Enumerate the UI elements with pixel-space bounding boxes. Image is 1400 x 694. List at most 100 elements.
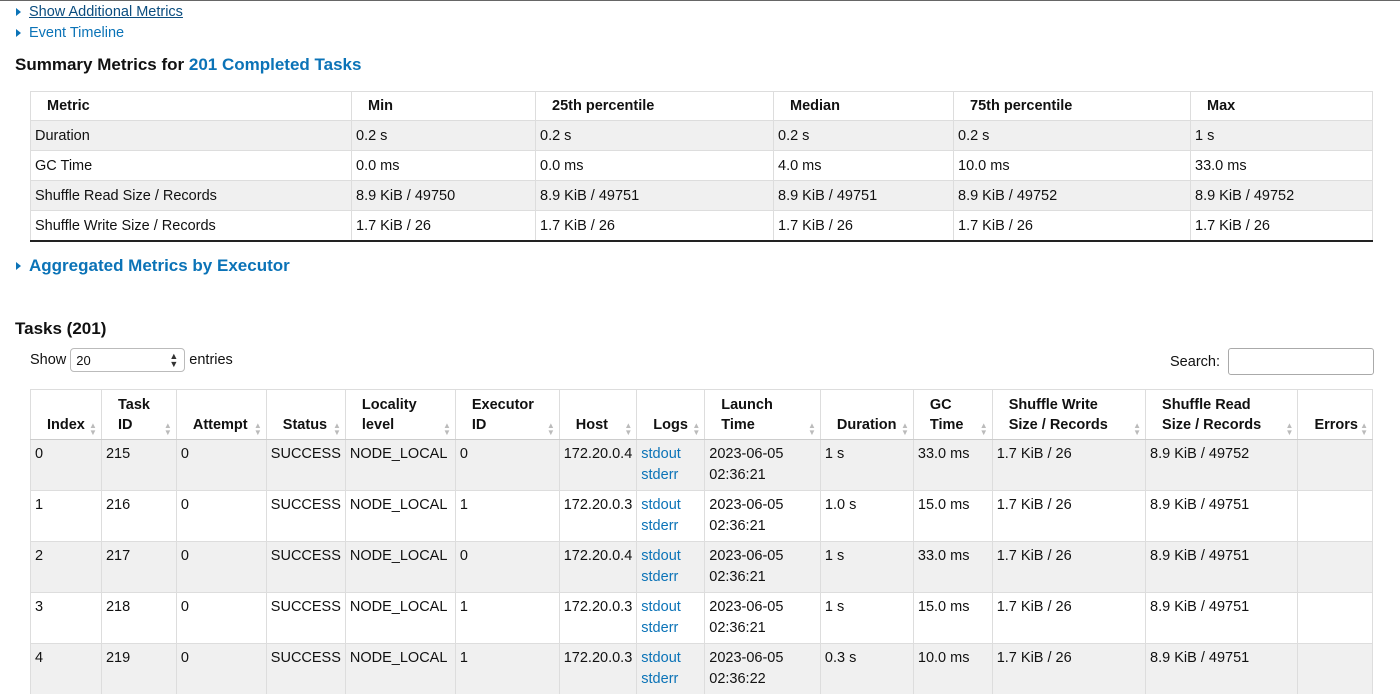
tasks-header-label: Size / Records: [1009, 417, 1108, 433]
summary-row: Duration0.2 s0.2 s0.2 s0.2 s1 s: [31, 121, 1373, 151]
search-control: Search:: [1170, 348, 1374, 375]
errors-cell: [1298, 644, 1373, 694]
tasks-header-label: Shuffle Read: [1162, 397, 1251, 413]
tasks-header-2[interactable]: Attempt▲▼: [176, 390, 266, 440]
tasks-header-1[interactable]: TaskID▲▼: [101, 390, 176, 440]
host-cell: 172.20.0.3: [559, 491, 637, 542]
stderr-link[interactable]: stderr: [641, 620, 678, 636]
summary-cell: 0.2 s: [954, 121, 1191, 151]
status-cell: SUCCESS: [266, 593, 345, 644]
tasks-header-9[interactable]: Duration▲▼: [820, 390, 913, 440]
stdout-link[interactable]: stdout: [641, 650, 681, 666]
tasks-header-8[interactable]: LaunchTime▲▼: [705, 390, 821, 440]
entries-label: entries: [189, 352, 233, 368]
tasks-header-6[interactable]: Host▲▼: [559, 390, 637, 440]
gc-cell: 33.0 ms: [913, 440, 992, 491]
launch-clock: 02:36:22: [709, 671, 765, 687]
launch-clock: 02:36:21: [709, 620, 765, 636]
attempt-cell: 0: [176, 593, 266, 644]
duration-cell: 1 s: [820, 542, 913, 593]
tasks-header-4[interactable]: Localitylevel▲▼: [345, 390, 455, 440]
executor-cell: 1: [455, 491, 559, 542]
executor-cell: 1: [455, 644, 559, 694]
launch-clock: 02:36:21: [709, 569, 765, 585]
duration-cell: 1 s: [820, 593, 913, 644]
summary-header-2: 25th percentile: [536, 92, 774, 121]
gc-cell: 15.0 ms: [913, 491, 992, 542]
sort-arrows-icon: ▲▼: [1133, 422, 1141, 436]
aggregated-metrics-toggle[interactable]: Aggregated Metrics by Executor: [16, 256, 290, 276]
stderr-link[interactable]: stderr: [641, 569, 678, 585]
gc-cell: 15.0 ms: [913, 593, 992, 644]
summary-header-label: Max: [1207, 98, 1235, 114]
table-row: 32180SUCCESSNODE_LOCAL1172.20.0.3stdouts…: [31, 593, 1373, 644]
tasks-header-label: Locality: [362, 397, 417, 413]
stdout-link[interactable]: stdout: [641, 446, 681, 462]
tasks-header-12[interactable]: Shuffle ReadSize / Records▲▼: [1146, 390, 1298, 440]
attempt-cell: 0: [176, 542, 266, 593]
index-cell: 1: [31, 491, 102, 542]
tasks-header-5[interactable]: ExecutorID▲▼: [455, 390, 559, 440]
stdout-link[interactable]: stdout: [641, 548, 681, 564]
logs-cell: stdout stderr: [637, 542, 705, 593]
summary-header-1: Min: [352, 92, 536, 121]
tasks-header-label: Shuffle Write: [1009, 397, 1098, 413]
launch-time-cell: 2023-06-0502:36:21: [705, 593, 821, 644]
read-cell: 8.9 KiB / 49751: [1146, 644, 1298, 694]
sort-arrows-icon: ▲▼: [1360, 422, 1368, 436]
sort-arrows-icon: ▲▼: [808, 422, 816, 436]
summary-row: Shuffle Write Size / Records1.7 KiB / 26…: [31, 211, 1373, 242]
tasks-header-0[interactable]: Index▲▼: [31, 390, 102, 440]
summary-cell: Shuffle Read Size / Records: [31, 181, 352, 211]
task-id-cell: 218: [101, 593, 176, 644]
completed-tasks-link[interactable]: 201 Completed Tasks: [189, 55, 362, 74]
summary-cell: 0.0 ms: [352, 151, 536, 181]
launch-time-cell: 2023-06-0502:36:22: [705, 644, 821, 694]
summary-cell: 8.9 KiB / 49751: [774, 181, 954, 211]
summary-metrics-heading: Summary Metrics for 201 Completed Tasks: [15, 55, 361, 75]
page-size-value: 20: [76, 353, 90, 368]
stderr-link[interactable]: stderr: [641, 671, 678, 687]
launch-time-cell: 2023-06-0502:36:21: [705, 542, 821, 593]
stdout-link[interactable]: stdout: [641, 599, 681, 615]
tasks-header-label: Time: [930, 417, 964, 433]
task-id-cell: 219: [101, 644, 176, 694]
summary-cell: 8.9 KiB / 49750: [352, 181, 536, 211]
summary-cell: Duration: [31, 121, 352, 151]
show-additional-metrics-label: Show Additional Metrics: [29, 4, 183, 20]
tasks-header-7[interactable]: Logs▲▼: [637, 390, 705, 440]
aggregated-metrics-label: Aggregated Metrics by Executor: [29, 256, 290, 276]
attempt-cell: 0: [176, 440, 266, 491]
stdout-link[interactable]: stdout: [641, 497, 681, 513]
gc-cell: 10.0 ms: [913, 644, 992, 694]
show-label: Show: [30, 352, 66, 368]
launch-time-cell: 2023-06-0502:36:21: [705, 491, 821, 542]
task-id-cell: 217: [101, 542, 176, 593]
read-cell: 8.9 KiB / 49752: [1146, 440, 1298, 491]
summary-metrics-table: Metric Min25th percentile Median 75th perce…: [30, 91, 1373, 242]
tasks-header-11[interactable]: Shuffle Write Size / Records ▲▼: [992, 390, 1145, 440]
tasks-header-13[interactable]: Errors▲▼: [1298, 390, 1373, 440]
status-cell: SUCCESS: [266, 440, 345, 491]
summary-header-4: 75th percentile: [954, 92, 1191, 121]
expand-triangle-icon: [16, 8, 21, 16]
expand-triangle-icon: [16, 29, 21, 37]
summary-cell: 0.2 s: [352, 121, 536, 151]
show-additional-metrics-toggle[interactable]: Show Additional Metrics: [16, 4, 183, 20]
event-timeline-toggle[interactable]: Event Timeline: [16, 25, 124, 41]
summary-cell: 1.7 KiB / 26: [954, 211, 1191, 242]
page-size-select[interactable]: 20 ▲▼: [70, 348, 185, 372]
sort-arrows-icon: ▲▼: [980, 422, 988, 436]
write-cell: 1.7 KiB / 26: [992, 644, 1145, 694]
sort-arrows-icon: ▲▼: [89, 422, 97, 436]
stderr-link[interactable]: stderr: [641, 518, 678, 534]
search-input[interactable]: [1228, 348, 1374, 375]
stderr-link[interactable]: stderr: [641, 467, 678, 483]
summary-header-label: Median: [790, 98, 840, 114]
summary-cell: 8.9 KiB / 49751: [536, 181, 774, 211]
tasks-header-3[interactable]: Status▲▼: [266, 390, 345, 440]
locality-cell: NODE_LOCAL: [345, 593, 455, 644]
summary-header-label: Metric: [47, 98, 90, 114]
tasks-header-10[interactable]: GCTime▲▼: [913, 390, 992, 440]
sort-arrows-icon: ▲▼: [547, 422, 555, 436]
